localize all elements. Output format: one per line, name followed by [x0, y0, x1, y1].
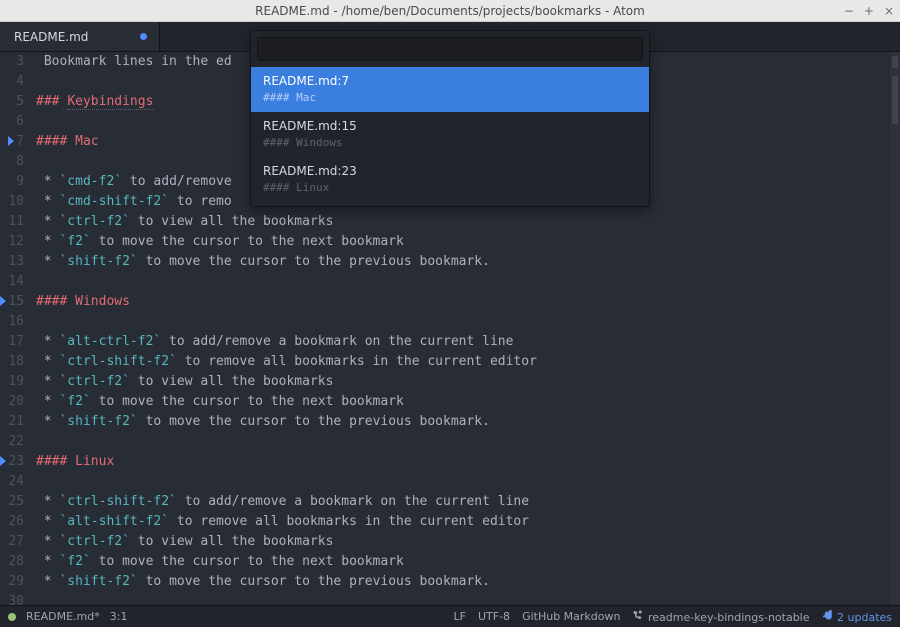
palette-item[interactable]: README.md:7 #### Mac: [251, 67, 649, 112]
code-line[interactable]: * `f2` to move the cursor to the next bo…: [36, 392, 900, 412]
palette-item[interactable]: README.md:15 #### Windows: [251, 112, 649, 157]
palette-item-secondary: #### Mac: [263, 91, 637, 104]
line-number[interactable]: 13: [0, 252, 24, 272]
code-line[interactable]: * `alt-shift-f2` to remove all bookmarks…: [36, 512, 900, 532]
palette-item[interactable]: README.md:23 #### Linux: [251, 157, 649, 202]
line-number[interactable]: 28: [0, 552, 24, 572]
line-number[interactable]: 4: [0, 72, 24, 92]
line-number[interactable]: 29: [0, 572, 24, 592]
line-number[interactable]: 18: [0, 352, 24, 372]
line-number[interactable]: 23: [0, 452, 24, 472]
palette-item-primary: README.md:23: [263, 164, 637, 178]
status-bar: README.md* 3:1 LF UTF-8 GitHub Markdown …: [0, 605, 900, 627]
line-number[interactable]: 9: [0, 172, 24, 192]
code-line[interactable]: * `shift-f2` to move the cursor to the p…: [36, 572, 900, 592]
line-number[interactable]: 21: [0, 412, 24, 432]
bookmark-marker-icon: [8, 136, 14, 146]
code-line[interactable]: * `shift-f2` to move the cursor to the p…: [36, 252, 900, 272]
line-number[interactable]: 6: [0, 112, 24, 132]
bookmark-marker-icon: [0, 456, 6, 466]
status-file-name[interactable]: README.md*: [26, 610, 100, 623]
line-number[interactable]: 16: [0, 312, 24, 332]
code-line[interactable]: #### Linux: [36, 452, 900, 472]
branch-label: readme-key-bindings-notable: [648, 611, 810, 624]
line-number-gutter[interactable]: 3456789101112131415161718192021222324252…: [0, 52, 32, 605]
git-status-icon: [8, 613, 16, 621]
code-line[interactable]: [36, 432, 900, 452]
line-number[interactable]: 19: [0, 372, 24, 392]
line-number[interactable]: 7: [0, 132, 24, 152]
line-number[interactable]: 5: [0, 92, 24, 112]
status-encoding[interactable]: UTF-8: [478, 610, 510, 623]
window-title: README.md - /home/ben/Documents/projects…: [255, 4, 645, 18]
line-number[interactable]: 26: [0, 512, 24, 532]
code-line[interactable]: * `ctrl-shift-f2` to add/remove a bookma…: [36, 492, 900, 512]
line-number[interactable]: 17: [0, 332, 24, 352]
scrollbar-track[interactable]: [890, 52, 900, 605]
code-line[interactable]: [36, 472, 900, 492]
code-line[interactable]: * `f2` to move the cursor to the next bo…: [36, 552, 900, 572]
modified-indicator-icon: [140, 33, 147, 40]
palette-item-primary: README.md:7: [263, 74, 637, 88]
line-number[interactable]: 22: [0, 432, 24, 452]
palette-item-secondary: #### Linux: [263, 181, 637, 194]
line-number[interactable]: 24: [0, 472, 24, 492]
code-line[interactable]: * `ctrl-f2` to view all the bookmarks: [36, 372, 900, 392]
line-number[interactable]: 27: [0, 532, 24, 552]
line-number[interactable]: 15: [0, 292, 24, 312]
palette-list: README.md:7 #### Mac README.md:15 #### Wind…: [251, 67, 649, 206]
status-line-ending[interactable]: LF: [454, 610, 466, 623]
squirrel-icon: [822, 609, 834, 621]
status-cursor-position[interactable]: 3:1: [110, 610, 128, 623]
line-number[interactable]: 11: [0, 212, 24, 232]
line-number[interactable]: 14: [0, 272, 24, 292]
palette-item-primary: README.md:15: [263, 119, 637, 133]
bookmark-marker-icon: [0, 296, 6, 306]
code-line[interactable]: * `ctrl-f2` to view all the bookmarks: [36, 532, 900, 552]
tab-label: README.md: [14, 30, 88, 44]
line-number[interactable]: 3: [0, 52, 24, 72]
status-git-branch[interactable]: readme-key-bindings-notable: [632, 609, 809, 624]
line-number[interactable]: 10: [0, 192, 24, 212]
scrollbar-marker: [892, 56, 898, 68]
git-branch-icon: [632, 609, 644, 621]
bookmarks-palette: README.md:7 #### Mac README.md:15 #### Wind…: [250, 30, 650, 207]
code-line[interactable]: * `alt-ctrl-f2` to add/remove a bookmark…: [36, 332, 900, 352]
line-number[interactable]: 25: [0, 492, 24, 512]
palette-item-secondary: #### Windows: [263, 136, 637, 149]
window-minimize-button[interactable]: −: [844, 0, 854, 22]
code-line[interactable]: [36, 272, 900, 292]
line-number[interactable]: 20: [0, 392, 24, 412]
window-close-button[interactable]: ×: [884, 0, 894, 22]
code-line[interactable]: * `ctrl-f2` to view all the bookmarks: [36, 212, 900, 232]
code-line[interactable]: * `f2` to move the cursor to the next bo…: [36, 232, 900, 252]
code-line[interactable]: #### Windows: [36, 292, 900, 312]
code-line[interactable]: * `shift-f2` to move the cursor to the p…: [36, 412, 900, 432]
line-number[interactable]: 12: [0, 232, 24, 252]
tab-readme[interactable]: README.md: [0, 22, 160, 51]
window-titlebar: README.md - /home/ben/Documents/projects…: [0, 0, 900, 22]
code-line[interactable]: * `ctrl-shift-f2` to remove all bookmark…: [36, 352, 900, 372]
scrollbar-marker: [892, 76, 898, 124]
code-line[interactable]: [36, 312, 900, 332]
palette-search-input[interactable]: [257, 37, 643, 61]
status-updates[interactable]: 2 updates: [822, 609, 892, 624]
status-grammar[interactable]: GitHub Markdown: [522, 610, 620, 623]
line-number[interactable]: 8: [0, 152, 24, 172]
window-maximize-button[interactable]: +: [864, 0, 874, 22]
updates-label: 2 updates: [837, 611, 892, 624]
